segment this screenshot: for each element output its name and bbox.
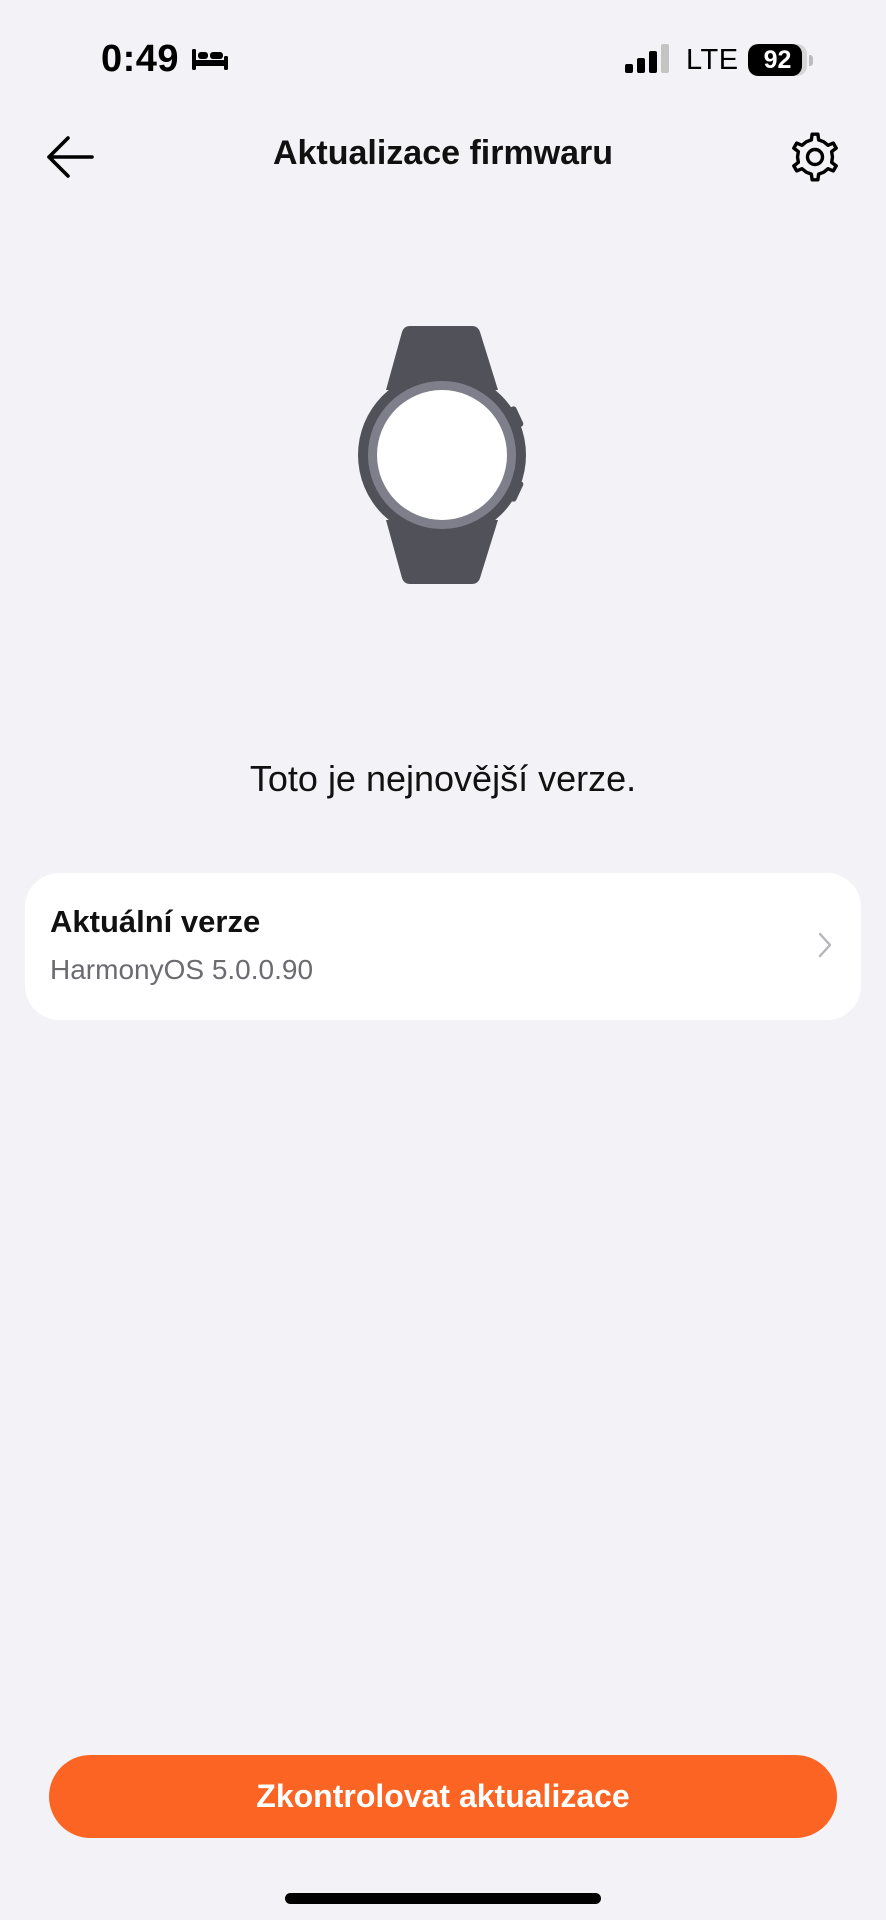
battery-level: 92 <box>763 46 792 74</box>
battery-icon: 92 <box>748 44 814 76</box>
settings-button[interactable] <box>788 130 842 184</box>
battery-cap <box>809 55 813 66</box>
check-updates-button[interactable]: Zkontrolovat aktualizace <box>49 1755 837 1838</box>
page-title: Aktualizace firmwaru <box>272 134 614 172</box>
current-version-value: HarmonyOS 5.0.0.90 <box>50 954 314 985</box>
gear-icon <box>792 132 838 182</box>
network-type-label: LTE <box>686 44 739 76</box>
up-to-date-message: Toto je nejnovější verze. <box>249 758 637 799</box>
current-version-card[interactable]: Aktuální verze HarmonyOS 5.0.0.90 <box>25 873 861 1020</box>
cellular-signal-icon <box>625 44 669 73</box>
smartwatch-icon <box>358 326 526 584</box>
chevron-right-icon <box>818 932 832 958</box>
firmware-update-screen: 0:49 LTE 92 Aktualizace firmwaru Toto je… <box>0 0 886 1920</box>
status-bar: 0:49 LTE 92 <box>0 0 886 120</box>
current-version-title: Aktuální verze <box>50 904 261 939</box>
nav-header: Aktualizace firmwaru <box>0 120 886 190</box>
battery-body: 92 <box>748 44 807 76</box>
sleep-mode-icon <box>192 49 228 70</box>
status-time: 0:49 <box>101 38 180 80</box>
home-indicator <box>285 1893 601 1904</box>
